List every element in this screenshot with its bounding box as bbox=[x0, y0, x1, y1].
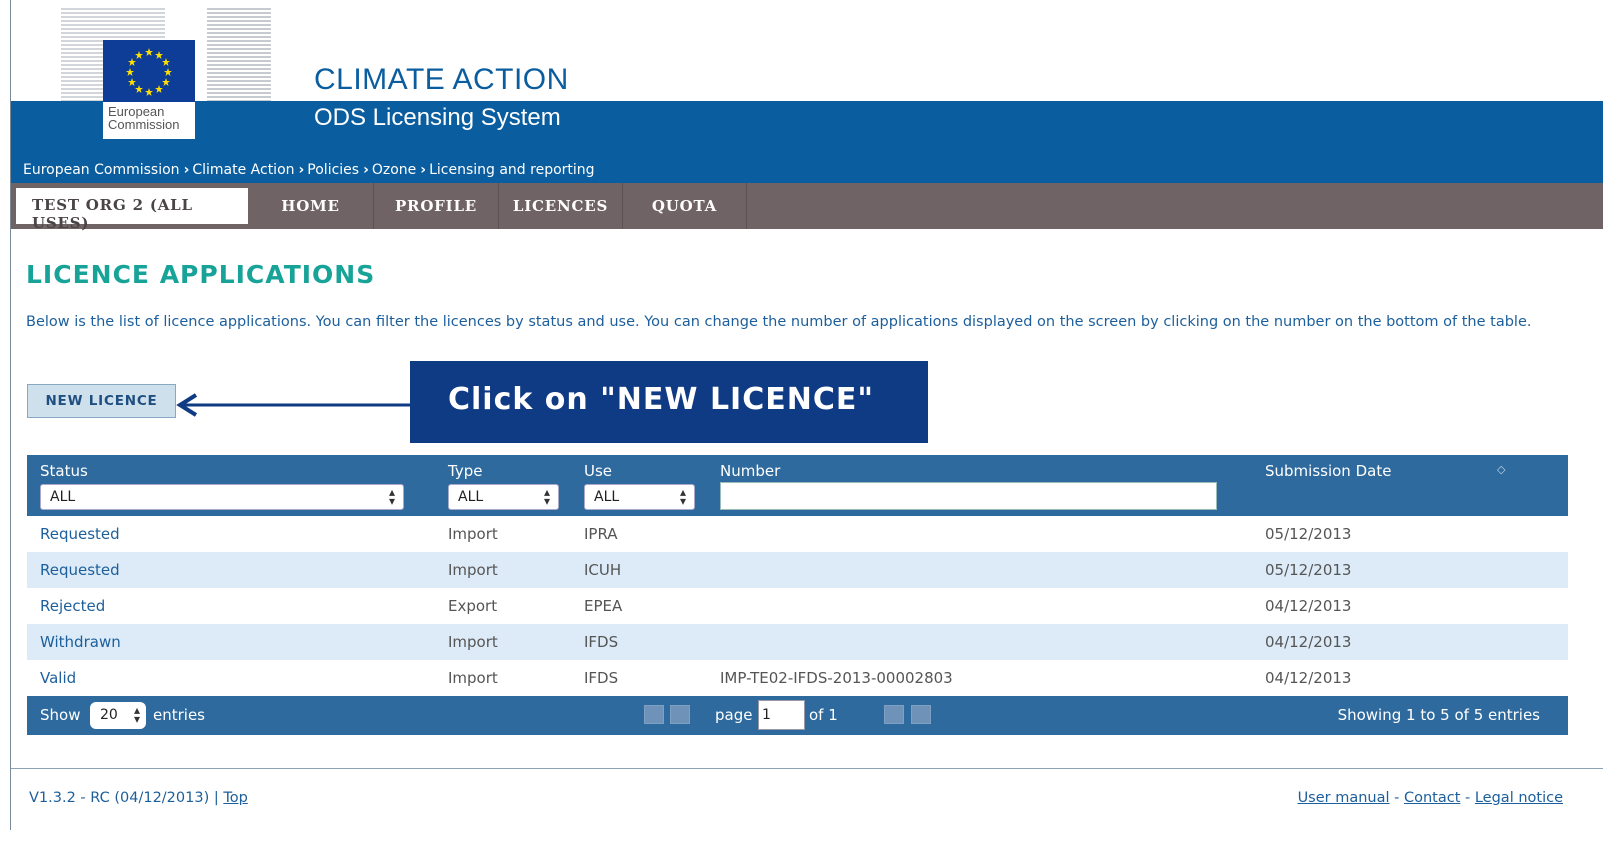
arrow-left-icon bbox=[176, 393, 410, 417]
intro-text: Below is the list of licence application… bbox=[26, 314, 1532, 330]
contact-link[interactable]: Contact bbox=[1404, 790, 1460, 806]
cell-type: Export bbox=[448, 597, 498, 615]
chevron-right-icon: › bbox=[420, 162, 427, 178]
site-subtitle: ODS Licensing System bbox=[314, 104, 561, 131]
header-band bbox=[11, 101, 1603, 155]
top-link[interactable]: Top bbox=[223, 790, 247, 806]
footer-divider bbox=[11, 768, 1603, 769]
number-filter-input[interactable] bbox=[720, 482, 1217, 510]
new-licence-button[interactable]: NEW LICENCE bbox=[27, 384, 176, 418]
cell-date: 04/12/2013 bbox=[1265, 633, 1352, 651]
chevron-right-icon: › bbox=[363, 162, 369, 178]
version-text: V1.3.2 - RC (04/12/2013) | bbox=[29, 790, 219, 806]
breadcrumb-item[interactable]: Climate Action bbox=[192, 162, 294, 178]
type-filter-select[interactable]: ALL ▴ ▾ bbox=[448, 484, 559, 510]
table-header: Status Type Use Number Submission Date ◇… bbox=[27, 455, 1568, 516]
table-row[interactable]: Rejected Export EPEA 04/12/2013 bbox=[27, 588, 1568, 624]
page-length-value: 20 bbox=[100, 707, 118, 723]
site-title: CLIMATE ACTION bbox=[314, 63, 569, 96]
table-row[interactable]: Valid Import IFDS IMP-TE02-IFDS-2013-000… bbox=[27, 660, 1568, 696]
user-manual-link[interactable]: User manual bbox=[1298, 790, 1390, 806]
instruction-callout: Click on "NEW LICENCE" bbox=[410, 361, 928, 443]
table-row[interactable]: Requested Import IPRA 05/12/2013 bbox=[27, 516, 1568, 552]
first-page-button[interactable] bbox=[644, 705, 664, 724]
column-header-type: Type bbox=[448, 462, 483, 480]
logo-caption-line2: Commission bbox=[108, 117, 180, 132]
chevron-right-icon: › bbox=[298, 162, 305, 178]
eu-flag-icon bbox=[103, 40, 195, 102]
table-row[interactable]: Requested Import ICUH 05/12/2013 bbox=[27, 552, 1568, 588]
use-filter-value: ALL bbox=[594, 489, 620, 505]
cell-type: Import bbox=[448, 525, 498, 543]
cell-use: IFDS bbox=[584, 669, 619, 687]
cell-date: 04/12/2013 bbox=[1265, 669, 1352, 687]
select-arrows-icon: ▴ ▾ bbox=[679, 485, 686, 508]
link-separator: - bbox=[1465, 790, 1475, 806]
entries-label: entries bbox=[153, 706, 205, 724]
page-length-select[interactable]: 20 ▴ ▾ bbox=[90, 702, 146, 729]
cell-type: Import bbox=[448, 669, 498, 687]
column-header-status: Status bbox=[40, 462, 88, 480]
cell-status[interactable]: Valid bbox=[40, 669, 76, 687]
show-label: Show bbox=[40, 706, 81, 724]
cell-type: Import bbox=[448, 561, 498, 579]
table-info: Showing 1 to 5 of 5 entries bbox=[1337, 706, 1540, 724]
page-label: page bbox=[715, 706, 753, 724]
cell-use: IPRA bbox=[584, 525, 618, 543]
cell-number: IMP-TE02-IFDS-2013-00002803 bbox=[720, 669, 953, 687]
breadcrumb-item[interactable]: Licensing and reporting bbox=[429, 162, 594, 178]
site-header: European Commission CLIMATE ACTION ODS L… bbox=[11, 0, 1603, 155]
logo-caption: European Commission bbox=[103, 102, 195, 139]
nav-item-home[interactable]: HOME bbox=[248, 183, 374, 229]
nav-item-profile[interactable]: PROFILE bbox=[374, 183, 499, 229]
cell-status[interactable]: Withdrawn bbox=[40, 633, 121, 651]
column-header-use: Use bbox=[584, 462, 613, 480]
footer-links: User manual - Contact - Legal notice bbox=[1298, 790, 1563, 806]
licence-table: Status Type Use Number Submission Date ◇… bbox=[27, 455, 1568, 735]
legal-notice-link[interactable]: Legal notice bbox=[1475, 790, 1563, 806]
nav-item-licences[interactable]: LICENCES bbox=[499, 183, 623, 229]
cell-status[interactable]: Requested bbox=[40, 561, 120, 579]
cell-type: Import bbox=[448, 633, 498, 651]
main-nav: TEST ORG 2 (ALL USES) HOME PROFILE LICEN… bbox=[11, 183, 1603, 232]
page-number-input[interactable]: 1 bbox=[758, 700, 805, 730]
breadcrumb-item[interactable]: European Commission bbox=[23, 162, 180, 178]
cell-use: ICUH bbox=[584, 561, 622, 579]
select-arrows-icon: ▴ ▾ bbox=[388, 485, 395, 508]
previous-page-button[interactable] bbox=[670, 705, 690, 724]
last-page-button[interactable] bbox=[911, 705, 931, 724]
status-filter-value: ALL bbox=[50, 489, 76, 505]
page-total-label: of 1 bbox=[809, 706, 838, 724]
type-filter-value: ALL bbox=[458, 489, 484, 505]
cell-date: 04/12/2013 bbox=[1265, 597, 1352, 615]
column-header-submission-date[interactable]: Submission Date bbox=[1265, 462, 1391, 480]
use-filter-select[interactable]: ALL ▴ ▾ bbox=[584, 484, 695, 510]
page-title: LICENCE APPLICATIONS bbox=[26, 260, 376, 289]
column-header-number: Number bbox=[720, 462, 781, 480]
chevron-right-icon: › bbox=[183, 162, 190, 178]
cell-date: 05/12/2013 bbox=[1265, 561, 1352, 579]
breadcrumb-item[interactable]: Policies bbox=[307, 162, 359, 178]
select-arrows-icon: ▴ ▾ bbox=[543, 485, 550, 508]
link-separator: - bbox=[1394, 790, 1404, 806]
logo-building-right bbox=[207, 8, 271, 101]
table-footer: Show 20 ▴ ▾ entries page 1 of 1 Showing 1… bbox=[27, 696, 1568, 735]
cell-status[interactable]: Requested bbox=[40, 525, 120, 543]
status-filter-select[interactable]: ALL ▴ ▾ bbox=[40, 484, 404, 510]
next-page-button[interactable] bbox=[884, 705, 904, 724]
sort-icon[interactable]: ◇ bbox=[1497, 463, 1505, 476]
table-row[interactable]: Withdrawn Import IFDS 04/12/2013 bbox=[27, 624, 1568, 660]
breadcrumb-item[interactable]: Ozone bbox=[372, 162, 416, 178]
breadcrumb: European Commission › Climate Action › Polic… bbox=[11, 155, 1603, 183]
cell-use: EPEA bbox=[584, 597, 623, 615]
nav-item-quota[interactable]: QUOTA bbox=[623, 183, 747, 229]
nav-org-tab[interactable]: TEST ORG 2 (ALL USES) bbox=[16, 188, 248, 232]
cell-use: IFDS bbox=[584, 633, 619, 651]
version-info: V1.3.2 - RC (04/12/2013) | Top bbox=[29, 790, 248, 806]
cell-date: 05/12/2013 bbox=[1265, 525, 1352, 543]
cell-status[interactable]: Rejected bbox=[40, 597, 105, 615]
select-arrows-icon: ▴ ▾ bbox=[133, 703, 140, 726]
